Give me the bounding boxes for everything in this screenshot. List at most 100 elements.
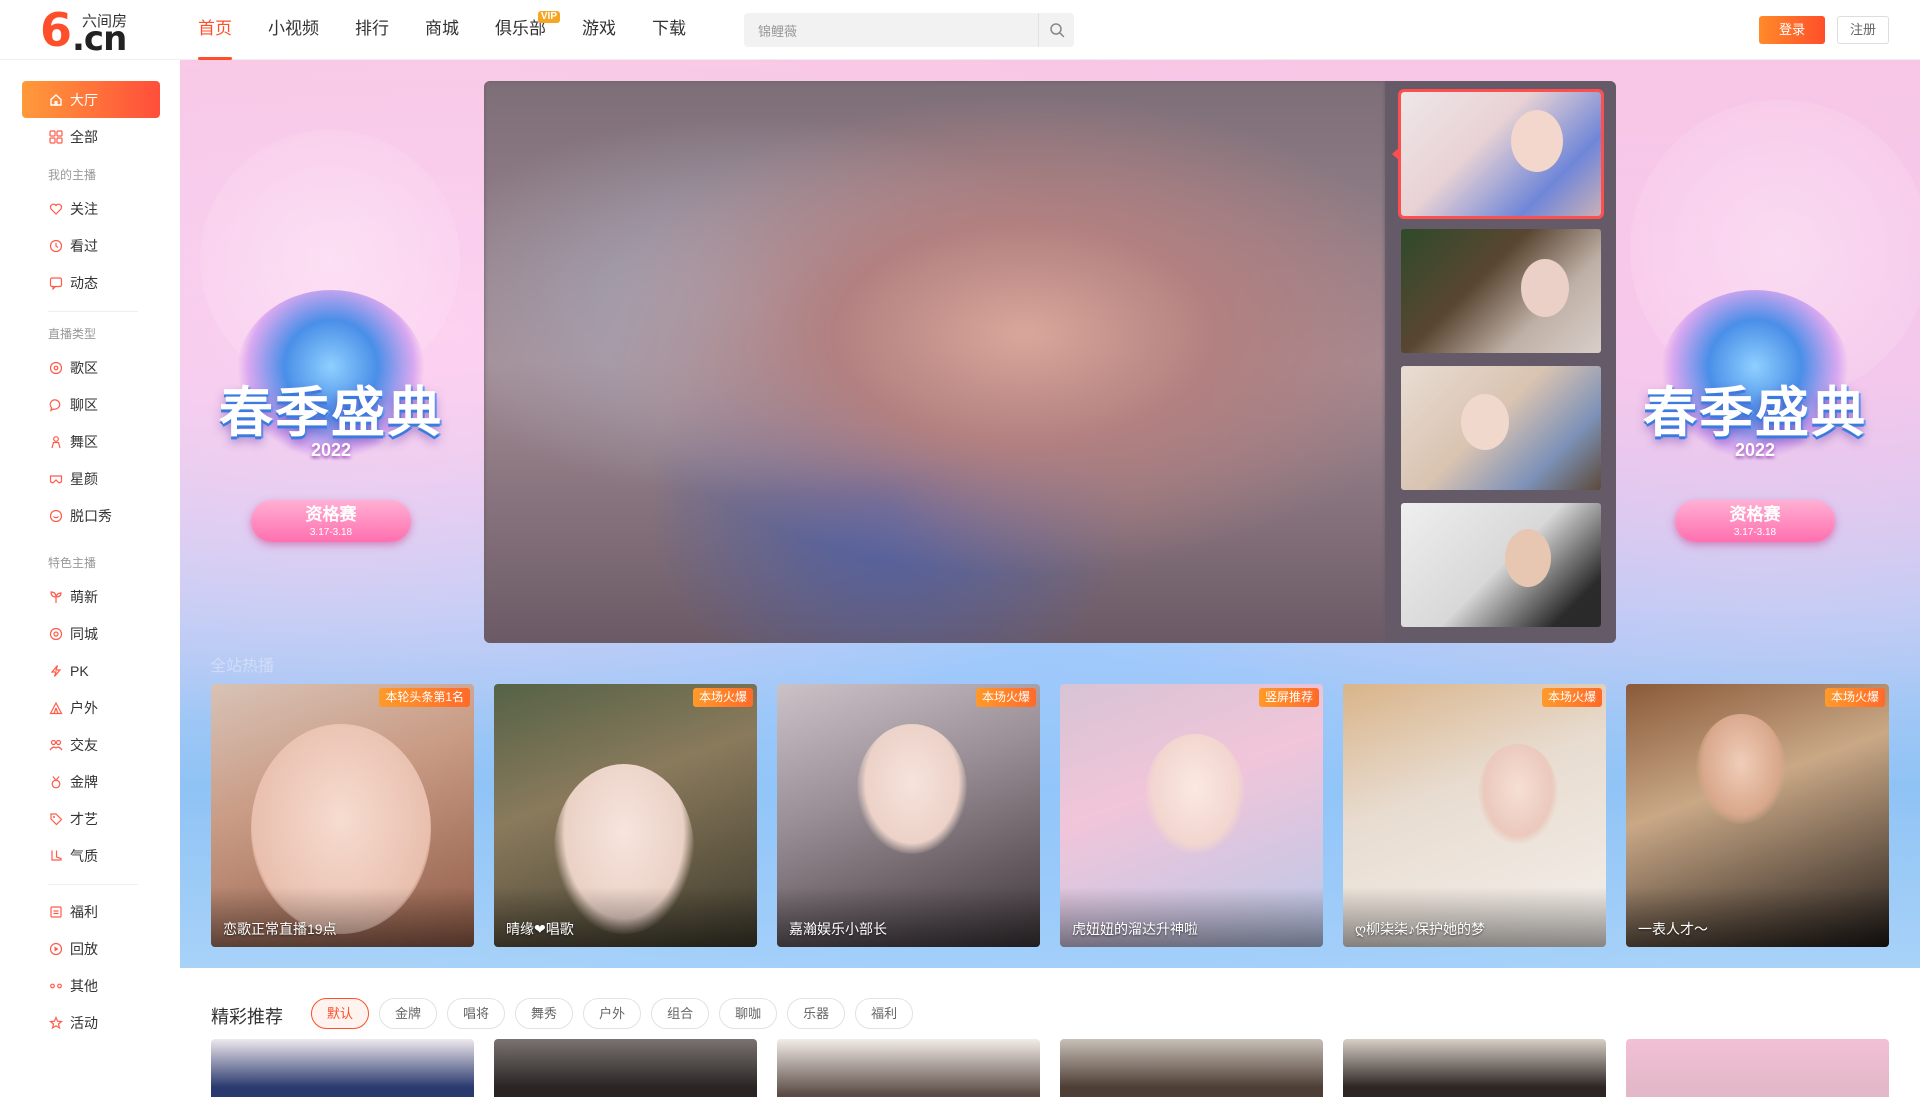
register-button[interactable]: 注册	[1837, 16, 1889, 44]
room-tag: 本场火爆	[975, 688, 1036, 707]
recommend-card[interactable]	[1343, 1039, 1606, 1097]
event-badge-left[interactable]: 春季盛典 2022 资格赛 3.17-3.18	[196, 290, 466, 560]
location-icon	[48, 626, 64, 642]
thumbnail-1[interactable]	[1398, 89, 1604, 219]
search-icon	[1049, 23, 1064, 38]
sidebar-label: 才艺	[70, 810, 98, 827]
mask-icon	[48, 471, 64, 487]
nav-ranking[interactable]: 排行	[355, 0, 389, 60]
event-badge-right[interactable]: 春季盛典 2022 资格赛 3.17-3.18	[1620, 290, 1890, 560]
sidebar-item-all[interactable]: 全部	[22, 118, 160, 155]
event-stage: 资格赛	[305, 505, 357, 524]
more-dots-icon	[48, 978, 64, 994]
recommend-card[interactable]	[494, 1039, 757, 1097]
recommend-card[interactable]	[777, 1039, 1040, 1097]
sidebar-label: PK	[70, 662, 89, 679]
nav-games[interactable]: 游戏	[582, 0, 616, 60]
sidebar-item-watched[interactable]: 看过	[22, 227, 160, 264]
thumbnail-3[interactable]	[1401, 366, 1601, 490]
sidebar-item-talkshow[interactable]: 脱口秀	[22, 497, 160, 534]
filter-welfare[interactable]: 福利	[855, 998, 914, 1029]
event-dates: 3.17-3.18	[1733, 527, 1777, 538]
login-button[interactable]: 登录	[1759, 16, 1825, 44]
tent-icon	[48, 700, 64, 716]
section-featured: 特色主播	[48, 556, 97, 570]
room-card-1[interactable]: 本轮头条第1名 恋歌正常直播19点	[211, 684, 474, 947]
search-button[interactable]	[1038, 13, 1074, 47]
live-video[interactable]	[484, 81, 1385, 643]
home-icon	[48, 92, 64, 108]
sidebar-item-follow[interactable]: 关注	[22, 190, 160, 227]
room-thumbnail	[1478, 744, 1558, 844]
sidebar-item-hall[interactable]: 大厅	[22, 81, 160, 118]
sidebar-item-dance[interactable]: 舞区	[22, 423, 160, 460]
sidebar-label: 回放	[70, 940, 98, 957]
filter-instruments[interactable]: 乐器	[787, 998, 846, 1029]
sidebar-item-other[interactable]: 其他	[22, 967, 160, 1004]
sidebar-item-pk[interactable]: PK	[22, 652, 160, 689]
filter-chat[interactable]: 聊咖	[719, 998, 778, 1029]
thumbnail-face	[1521, 259, 1569, 317]
room-card-6[interactable]: 本场火爆 一表人才～	[1626, 684, 1889, 947]
room-card-3[interactable]: 本场火爆 嘉瀚娱乐小部长	[777, 684, 1040, 947]
sidebar-item-newbie[interactable]: 萌新	[22, 578, 160, 615]
clock-icon	[48, 238, 64, 254]
room-card-5[interactable]: 本场火爆 ღ柳柒柒♪保护她的梦	[1343, 684, 1606, 947]
sidebar-item-outdoor[interactable]: 户外	[22, 689, 160, 726]
sidebar-label: 大厅	[70, 91, 98, 108]
recommend-card[interactable]	[1626, 1039, 1889, 1097]
sidebar-item-feed[interactable]: 动态	[22, 264, 160, 301]
nav-home[interactable]: 首页	[198, 0, 232, 60]
nav-short-video[interactable]: 小视频	[268, 0, 319, 60]
star-icon	[48, 1015, 64, 1031]
sidebar-item-events[interactable]: 活动	[22, 1004, 160, 1041]
lightning-icon	[48, 663, 64, 679]
filter-group[interactable]: 组合	[651, 998, 710, 1029]
sidebar-item-gold[interactable]: 金牌	[22, 763, 160, 800]
site-logo[interactable]: 6 六间房 .cn	[40, 3, 140, 57]
room-tag: 竖屏推荐	[1258, 688, 1319, 707]
mic-icon	[48, 508, 64, 524]
sidebar-label: 萌新	[70, 588, 98, 605]
thumbnail-4[interactable]	[1401, 503, 1601, 627]
filter-outdoor[interactable]: 户外	[583, 998, 642, 1029]
sidebar-item-replay[interactable]: 回放	[22, 930, 160, 967]
sidebar-item-welfare[interactable]: 福利	[22, 893, 160, 930]
replay-icon	[48, 941, 64, 957]
sidebar-divider	[48, 311, 138, 312]
nav-games-label: 游戏	[582, 19, 616, 38]
sidebar-item-chat[interactable]: 聊区	[22, 386, 160, 423]
room-card-2[interactable]: 本场火爆 晴缘❤唱歌	[494, 684, 757, 947]
sidebar-item-temperament[interactable]: 气质	[22, 837, 160, 874]
nav-short-video-label: 小视频	[268, 19, 319, 38]
users-icon	[48, 737, 64, 753]
logo-mark: 6	[40, 3, 73, 57]
nav-download[interactable]: 下载	[652, 0, 686, 60]
filter-dance[interactable]: 舞秀	[515, 998, 574, 1029]
main-nav: 首页 小视频 排行 商城 俱乐部 VIP 游戏 下载	[198, 0, 722, 60]
room-card-4[interactable]: 竖屏推荐 虎妞妞的溜达升神啦	[1060, 684, 1323, 947]
filter-singers[interactable]: 唱将	[447, 998, 506, 1029]
room-name: 一表人才～	[1638, 921, 1708, 937]
sidebar-item-talent[interactable]: 才艺	[22, 800, 160, 837]
thumbnail-2[interactable]	[1401, 229, 1601, 353]
sidebar-item-dating[interactable]: 交友	[22, 726, 160, 763]
palette-icon	[48, 811, 64, 827]
sidebar-item-stars[interactable]: 星颜	[22, 460, 160, 497]
sidebar-item-singing[interactable]: 歌区	[22, 349, 160, 386]
event-stage-pill: 资格赛 3.17-3.18	[251, 500, 411, 542]
recommend-card[interactable]	[211, 1039, 474, 1097]
nav-club[interactable]: 俱乐部 VIP	[495, 0, 560, 60]
sidebar-item-local[interactable]: 同城	[22, 615, 160, 652]
featured-player	[484, 81, 1616, 643]
gift-box-icon	[48, 904, 64, 920]
filter-default[interactable]: 默认	[311, 998, 370, 1029]
event-year: 2022	[310, 440, 352, 460]
recommend-card[interactable]	[1060, 1039, 1323, 1097]
filter-gold[interactable]: 金牌	[379, 998, 438, 1029]
event-dates: 3.17-3.18	[309, 527, 353, 538]
nav-mall[interactable]: 商城	[425, 0, 459, 60]
search-input[interactable]	[744, 13, 1039, 47]
music-disc-icon	[48, 360, 64, 376]
nav-home-label: 首页	[198, 19, 232, 38]
